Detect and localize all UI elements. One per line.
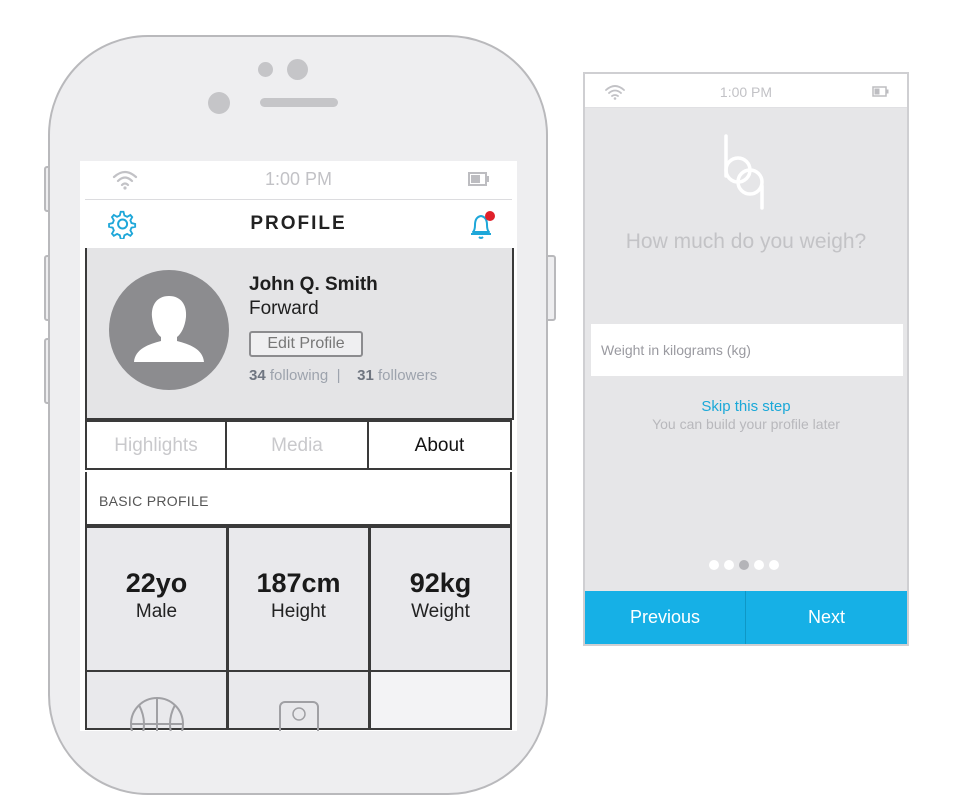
empty-cell bbox=[369, 670, 512, 730]
skip-step-link[interactable]: Skip this step bbox=[585, 398, 907, 415]
tab-media[interactable]: Media bbox=[225, 420, 369, 470]
phone-speaker bbox=[260, 98, 338, 107]
step-dot-active bbox=[739, 560, 749, 570]
user-position: Forward bbox=[249, 298, 319, 319]
stat-height: 187cm Height bbox=[227, 526, 370, 672]
stat-weight: 92kg Weight bbox=[369, 526, 512, 672]
app-logo-icon bbox=[724, 134, 764, 210]
sport-cell[interactable] bbox=[85, 670, 228, 731]
follow-separator: | bbox=[336, 367, 341, 384]
stat-age-gender: 22yo Male bbox=[85, 526, 228, 672]
court-icon bbox=[279, 701, 319, 731]
stat-label: Male bbox=[135, 601, 178, 622]
step-dot bbox=[754, 560, 764, 570]
status-bar: 1:00 PM bbox=[585, 74, 907, 108]
stat-value: 92kg bbox=[409, 568, 472, 598]
weight-question: How much do you weigh? bbox=[625, 230, 867, 253]
skip-hint: You can build your profile later bbox=[652, 416, 840, 432]
phone-proximity-sensor bbox=[208, 92, 230, 114]
stat-value: 187cm bbox=[256, 568, 341, 598]
nav-bar: PROFILE bbox=[85, 199, 512, 250]
status-time: 1:00 PM bbox=[719, 84, 773, 100]
tab-highlights[interactable]: Highlights bbox=[85, 420, 227, 470]
phone-sensor bbox=[258, 62, 273, 77]
following-label[interactable]: following bbox=[270, 367, 328, 384]
status-time: 1:00 PM bbox=[264, 169, 333, 189]
profile-tabs: Highlights Media About bbox=[85, 420, 512, 472]
avatar[interactable] bbox=[109, 270, 229, 390]
battery-icon bbox=[468, 172, 489, 186]
edit-profile-button[interactable]: Edit Profile bbox=[249, 331, 363, 357]
section-title: BASIC PROFILE bbox=[99, 493, 209, 509]
weight-onboarding-screen: 1:00 PM How much do you weigh? Skip this… bbox=[583, 72, 909, 646]
page-title: PROFILE bbox=[250, 213, 347, 234]
step-dot bbox=[724, 560, 734, 570]
step-dot bbox=[769, 560, 779, 570]
step-indicator bbox=[709, 560, 789, 572]
profile-card: John Q. Smith Forward Edit Profile 34 fo… bbox=[85, 248, 514, 420]
battery-icon bbox=[872, 86, 889, 97]
stat-label: Weight bbox=[411, 601, 470, 622]
notification-dot bbox=[485, 211, 495, 221]
avatar-silhouette-icon bbox=[134, 296, 204, 362]
next-button[interactable]: Next bbox=[746, 591, 907, 644]
followers-label[interactable]: followers bbox=[378, 367, 437, 384]
section-header: BASIC PROFILE bbox=[85, 472, 512, 526]
followers-count[interactable]: 31 bbox=[357, 367, 374, 384]
weight-input[interactable] bbox=[591, 324, 903, 376]
step-dot bbox=[709, 560, 719, 570]
phone-camera bbox=[287, 59, 308, 80]
bell-icon[interactable] bbox=[465, 208, 499, 242]
basketball-icon bbox=[130, 697, 184, 731]
stat-value: 22yo bbox=[125, 568, 188, 598]
profile-screen: 1:00 PM PROFILE John Q. Smith Forward Ed… bbox=[80, 161, 517, 731]
stat-label: Height bbox=[271, 601, 326, 622]
court-cell[interactable] bbox=[227, 670, 370, 731]
status-bar: 1:00 PM bbox=[80, 161, 517, 197]
previous-button[interactable]: Previous bbox=[585, 591, 746, 644]
user-name: John Q. Smith bbox=[249, 274, 378, 295]
follow-stats: 34 following | 31 followers bbox=[249, 367, 437, 384]
tab-about[interactable]: About bbox=[367, 420, 512, 470]
following-count[interactable]: 34 bbox=[249, 367, 266, 384]
